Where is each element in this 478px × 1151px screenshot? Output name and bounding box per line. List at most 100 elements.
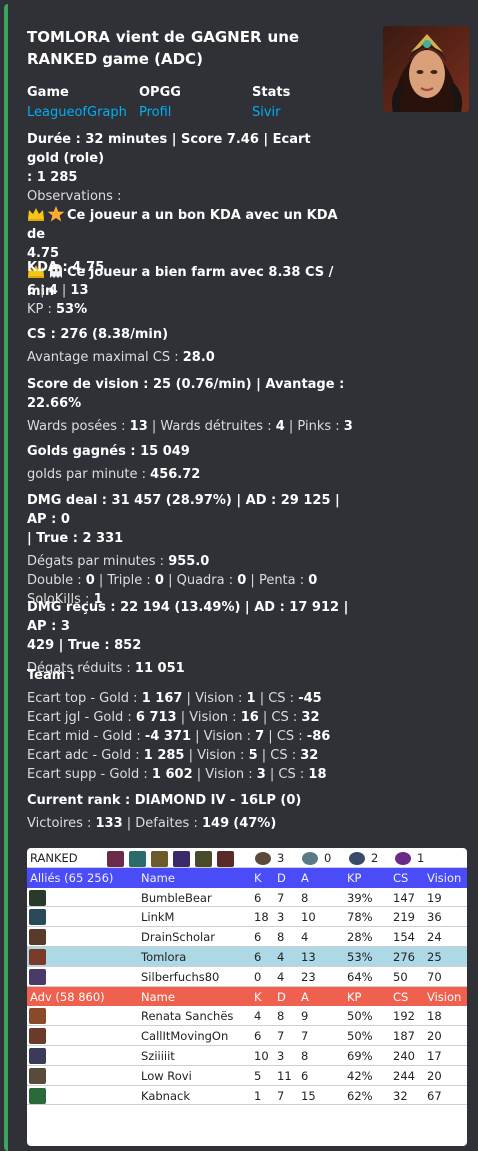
player-name: BumbleBear <box>141 890 212 905</box>
assists-value: 13 <box>70 283 89 298</box>
table-row: Tomlora 6 4 13 53% 276 25 <box>27 947 467 967</box>
team-label: Adv (58 860) <box>30 989 105 1004</box>
kills: 10 <box>254 1049 269 1063</box>
creep-score: 244 <box>393 1068 415 1083</box>
team-diff-cs: -45 <box>298 691 322 706</box>
champion-portrait-thumbnail <box>383 26 469 112</box>
team-diff-cs: 18 <box>308 767 327 782</box>
player-name: DrainScholar <box>141 930 216 945</box>
team-diff-cs: 32 <box>300 748 319 763</box>
damage-per-minute: Dégats par minutes : 955.0 <box>27 552 357 571</box>
leagueofgraph-link[interactable]: LeagueofGraph <box>27 104 127 122</box>
deaths: 11 <box>277 1068 292 1083</box>
quadra-label: | Quadra : <box>163 573 238 588</box>
title-article: une <box>267 28 300 46</box>
deaths: 7 <box>277 1088 285 1103</box>
team-title: Team : <box>27 668 76 683</box>
column-header: Name <box>141 989 175 1004</box>
item-icon <box>129 851 146 867</box>
assists: 10 <box>301 910 316 925</box>
damage-dealt-block: DMG deal : 31 457 (28.97%) | AD : 29 125… <box>27 491 357 609</box>
cs-advantage: Avantage maximal CS : 28.0 <box>27 348 347 367</box>
team-diff-vision-label: | Vision : <box>192 767 257 782</box>
game-report-embed: TOMLORA vient de GAGNER une RANKED game (AD… <box>4 4 474 1151</box>
kp-label: KP : <box>27 302 57 317</box>
table-row: Silberfuchs80 0 4 23 64% 50 70 <box>27 967 467 987</box>
champion-icon <box>29 889 46 906</box>
column-header: A <box>301 870 309 885</box>
title-verb: vient de <box>115 28 185 46</box>
team-diff-vision-label: | Vision : <box>191 729 256 744</box>
deaths: 4 <box>277 969 285 984</box>
team-diff-vision: 3 <box>256 767 266 782</box>
player-name: Silberfuchs80 <box>141 969 220 984</box>
team-block: Team : Ecart top - Gold : 1 167 | Vision… <box>27 666 347 784</box>
kills: 1 <box>254 1088 262 1103</box>
team-diff-row: Ecart jgl - Gold : 6 713 | Vision : 16 |… <box>27 708 347 727</box>
deaths: 8 <box>277 930 285 945</box>
wards-destroyed-label: | Wards détruites : <box>147 419 276 434</box>
champion-icon <box>29 949 46 965</box>
current-rank: Current rank : DIAMOND IV - 16LP (0) <box>27 793 302 808</box>
champion-icon <box>29 1028 46 1045</box>
team-diff-label: Ecart adc - Gold : <box>27 748 144 763</box>
wards-destroyed-value: 4 <box>275 419 285 434</box>
pinks-value: 3 <box>343 419 353 434</box>
champion-icon <box>29 968 46 985</box>
stats-champion-link[interactable]: Sivir <box>252 104 290 122</box>
assists: 8 <box>301 890 309 905</box>
vision-score: 25 <box>427 950 442 964</box>
vision-score: 20 <box>427 1068 442 1083</box>
team-diff-gold: -4 371 <box>144 729 192 744</box>
column-header: Vision <box>427 870 462 885</box>
multikills-line: Double : 0 | Triple : 0 | Quadra : 0 | P… <box>27 571 357 590</box>
vision-score: 24 <box>427 930 442 945</box>
champion-icon <box>29 1087 46 1104</box>
team-diff-vision: 5 <box>248 748 258 763</box>
gold-block: Golds gagnés : 15 049 golds par minute :… <box>27 442 347 484</box>
assists: 8 <box>301 1049 309 1063</box>
vision-advantage: 22.66% <box>27 396 82 411</box>
double-value: 0 <box>85 573 95 588</box>
wins-label: Victoires : <box>27 816 96 831</box>
objective-count: 3 <box>277 851 285 865</box>
kills: 4 <box>254 1009 262 1024</box>
wards-line: Wards posées : 13 | Wards détruites : 4 … <box>27 417 357 436</box>
vision-score: 36 <box>427 910 442 925</box>
assists: 7 <box>301 1029 309 1044</box>
team-diff-label: Ecart jgl - Gold : <box>27 710 136 725</box>
kills: 6 <box>254 930 262 945</box>
game-mode-label: RANKED <box>30 851 78 865</box>
assists: 15 <box>301 1088 316 1103</box>
assists: 4 <box>301 930 309 945</box>
winrate-percent: (47%) <box>233 816 277 831</box>
deaths: 8 <box>277 1009 285 1024</box>
team-diff-gold: 1 285 <box>143 748 185 763</box>
field-game: Game LeagueofGraph <box>27 84 127 122</box>
enemies-header-row: Adv (58 860) Name K D A KP CS Vision <box>27 986 467 1007</box>
team-label: Alliés (65 256) <box>30 870 114 885</box>
objective-count: 0 <box>324 851 332 865</box>
field-game-name: Game <box>27 85 69 100</box>
column-header: K <box>254 989 262 1004</box>
vision-score: 67 <box>427 1088 442 1103</box>
item-icon <box>107 851 124 867</box>
dpm-value: 955.0 <box>168 554 210 569</box>
assists: 13 <box>301 950 316 964</box>
column-header: D <box>277 870 286 885</box>
kill-participation: 28% <box>347 930 373 945</box>
tower-icon <box>349 852 365 865</box>
objective-count: 1 <box>417 851 425 865</box>
kills: 6 <box>254 950 262 964</box>
triple-value: 0 <box>154 573 164 588</box>
observation-kda: Ce joueur a un bon KDA avec un KDA de <box>27 206 347 244</box>
vision-block: Score de vision : 25 (0.76/min) | Avanta… <box>27 375 357 436</box>
gpm-label: golds par minute : <box>27 467 151 482</box>
opgg-profile-link[interactable]: Profil <box>139 104 181 122</box>
kill-participation: 69% <box>347 1049 373 1063</box>
team-diff-label: Ecart supp - Gold : <box>27 767 152 782</box>
champion-icon <box>29 929 46 946</box>
kills: 18 <box>254 910 269 925</box>
kills: 5 <box>254 1068 262 1083</box>
cs-adv-label: Avantage maximal CS : <box>27 350 183 365</box>
